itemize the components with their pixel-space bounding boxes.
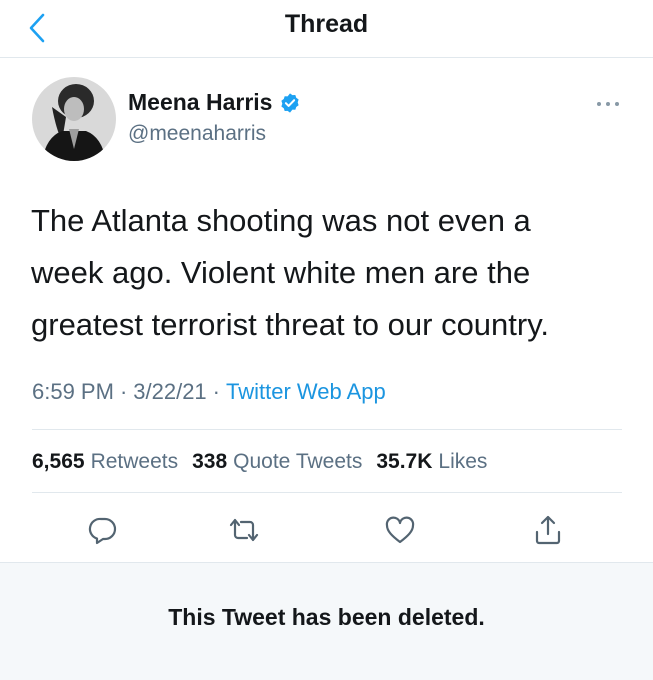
quote-tweets-label: Quote Tweets (233, 450, 363, 473)
profile-photo (32, 77, 116, 161)
deleted-tweet-notice: This Tweet has been deleted. (0, 562, 653, 680)
tweet-date[interactable]: 3/22/21 (133, 379, 206, 405)
verified-badge-icon (281, 92, 300, 113)
meta-separator: · (119, 379, 128, 404)
retweets-label: Retweets (90, 450, 179, 473)
author-display-name[interactable]: Meena Harris (128, 89, 272, 116)
reply-button[interactable] (81, 508, 125, 552)
like-button[interactable] (378, 508, 422, 552)
tweet-source-link[interactable]: Twitter Web App (226, 379, 386, 405)
meta-separator: · (212, 379, 220, 404)
likes-stat[interactable]: 35.7K Likes (376, 450, 487, 474)
likes-label: Likes (438, 450, 488, 473)
tweet-text: The Atlanta shooting was not even a week… (31, 203, 550, 342)
share-button[interactable] (526, 508, 570, 552)
tweet-stats: 6,565 Retweets 338 Quote Tweets 35.7K Li… (32, 450, 487, 474)
more-options-button[interactable] (592, 94, 624, 114)
likes-count: 35.7K (376, 450, 433, 473)
top-bar: Thread (0, 0, 653, 58)
author-handle[interactable]: @meenaharris (128, 122, 266, 146)
retweets-count: 6,565 (32, 450, 85, 473)
divider (32, 429, 622, 430)
like-icon (385, 516, 415, 544)
divider (32, 492, 622, 493)
page-title: Thread (284, 10, 369, 38)
tweet-actions (0, 508, 653, 552)
tweet-meta: 6:59 PM · 3/22/21 · Twitter Web App (32, 379, 386, 405)
deleted-tweet-text: This Tweet has been deleted. (168, 604, 485, 630)
more-icon (597, 102, 619, 106)
retweet-icon (229, 518, 259, 542)
share-icon (535, 515, 561, 545)
reply-icon (88, 517, 117, 545)
retweets-stat[interactable]: 6,565 Retweets (32, 450, 178, 474)
retweet-button[interactable] (222, 508, 266, 552)
quote-tweets-stat[interactable]: 338 Quote Tweets (192, 450, 362, 474)
quote-tweets-count: 338 (192, 450, 228, 473)
author-name-row[interactable]: Meena Harris (128, 89, 301, 116)
tweet-time[interactable]: 6:59 PM (32, 379, 114, 405)
avatar[interactable] (32, 77, 116, 161)
